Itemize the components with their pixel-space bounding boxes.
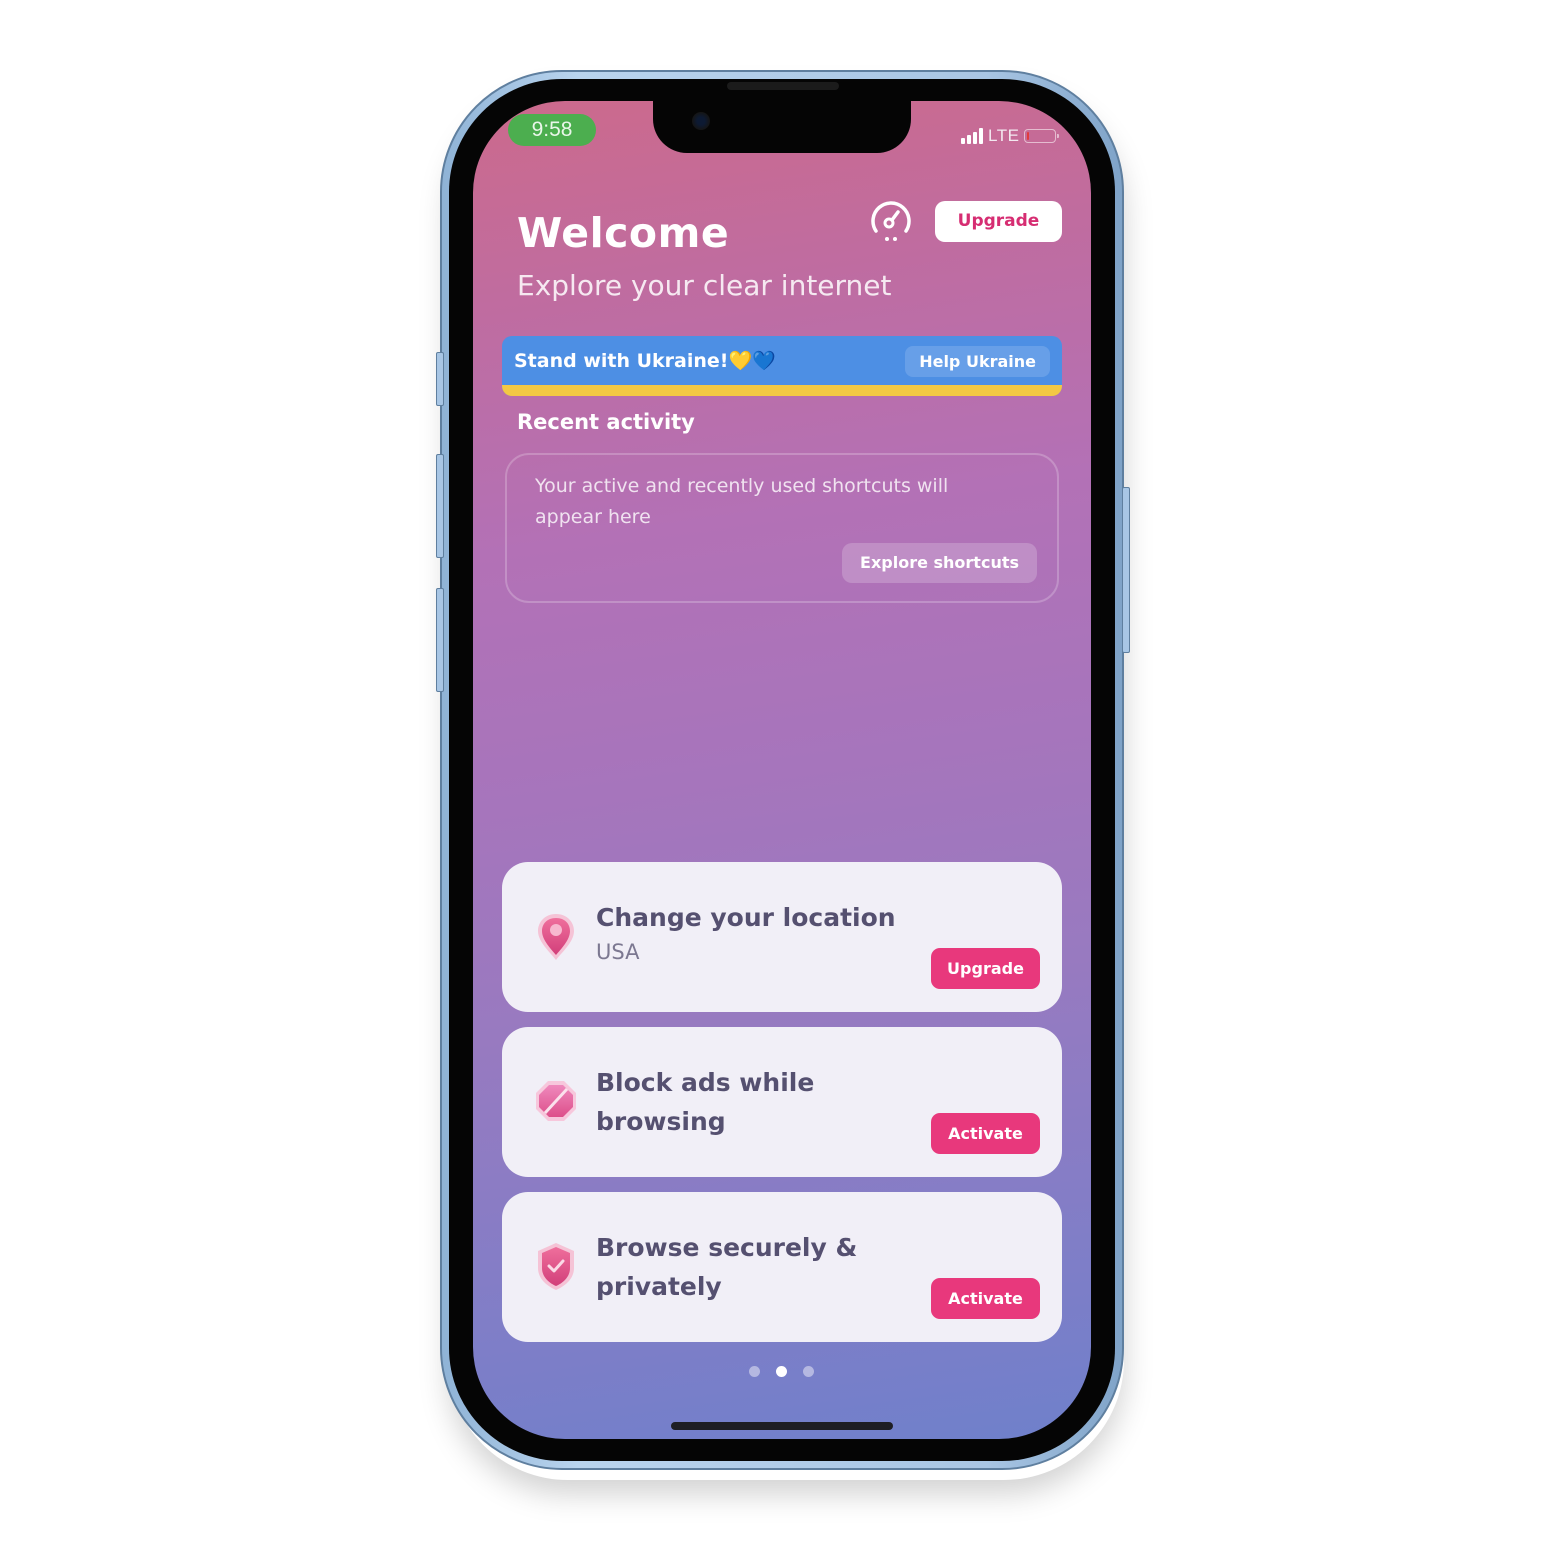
feature-subtitle: USA (596, 940, 640, 964)
status-time[interactable]: 9:58 (508, 114, 596, 146)
status-indicators: LTE (961, 125, 1060, 147)
feature-upgrade-button[interactable]: Upgrade (931, 948, 1040, 989)
feature-card-location[interactable]: Change your location USA Upgrade (502, 862, 1062, 1012)
feature-activate-button[interactable]: Activate (931, 1113, 1040, 1154)
ad-block-icon (536, 1081, 576, 1121)
recent-activity-empty-text: Your active and recently used shortcuts … (535, 475, 949, 528)
volume-down-button (436, 588, 444, 692)
page-indicator[interactable] (749, 1366, 814, 1377)
page-dot[interactable] (776, 1366, 787, 1377)
battery-level (1027, 132, 1030, 140)
explore-shortcuts-button[interactable]: Explore shortcuts (842, 543, 1037, 583)
banner-yellow-stripe (502, 385, 1062, 396)
earpiece-speaker (727, 82, 839, 90)
home-indicator[interactable] (671, 1422, 893, 1430)
banner-text: Stand with Ukraine!💛💙 (514, 350, 776, 372)
feature-title: Browse securely & privately (596, 1233, 858, 1301)
speedometer-icon[interactable] (867, 199, 915, 243)
page-title: Welcome (517, 209, 730, 257)
network-type: LTE (988, 126, 1020, 145)
app-screen: 9:58 LTE Welcome Explore your clear inte… (473, 101, 1091, 1439)
feature-title: Block ads while browsing (596, 1068, 815, 1136)
recent-activity-heading: Recent activity (517, 410, 695, 434)
notch (653, 101, 911, 153)
shield-check-icon (538, 1243, 574, 1290)
page-subtitle: Explore your clear internet (517, 269, 892, 302)
page-dot[interactable] (749, 1366, 760, 1377)
cellular-signal-icon (961, 128, 983, 144)
battery-icon (1024, 129, 1060, 143)
location-pin-icon (538, 914, 574, 960)
action-button (436, 352, 444, 406)
feature-card-secure-browsing[interactable]: Browse securely & privately Activate (502, 1192, 1062, 1342)
feature-title: Change your location (596, 903, 896, 932)
recent-activity-panel: Your active and recently used shortcuts … (505, 453, 1059, 603)
power-button (1122, 487, 1130, 653)
front-camera (692, 112, 710, 130)
feature-card-ad-block[interactable]: Block ads while browsing Activate (502, 1027, 1062, 1177)
feature-activate-button[interactable]: Activate (931, 1278, 1040, 1319)
volume-up-button (436, 454, 444, 558)
upgrade-button[interactable]: Upgrade (935, 201, 1062, 242)
ukraine-banner: Stand with Ukraine!💛💙 Help Ukraine (502, 336, 1062, 396)
help-ukraine-button[interactable]: Help Ukraine (905, 346, 1050, 377)
page-dot[interactable] (803, 1366, 814, 1377)
